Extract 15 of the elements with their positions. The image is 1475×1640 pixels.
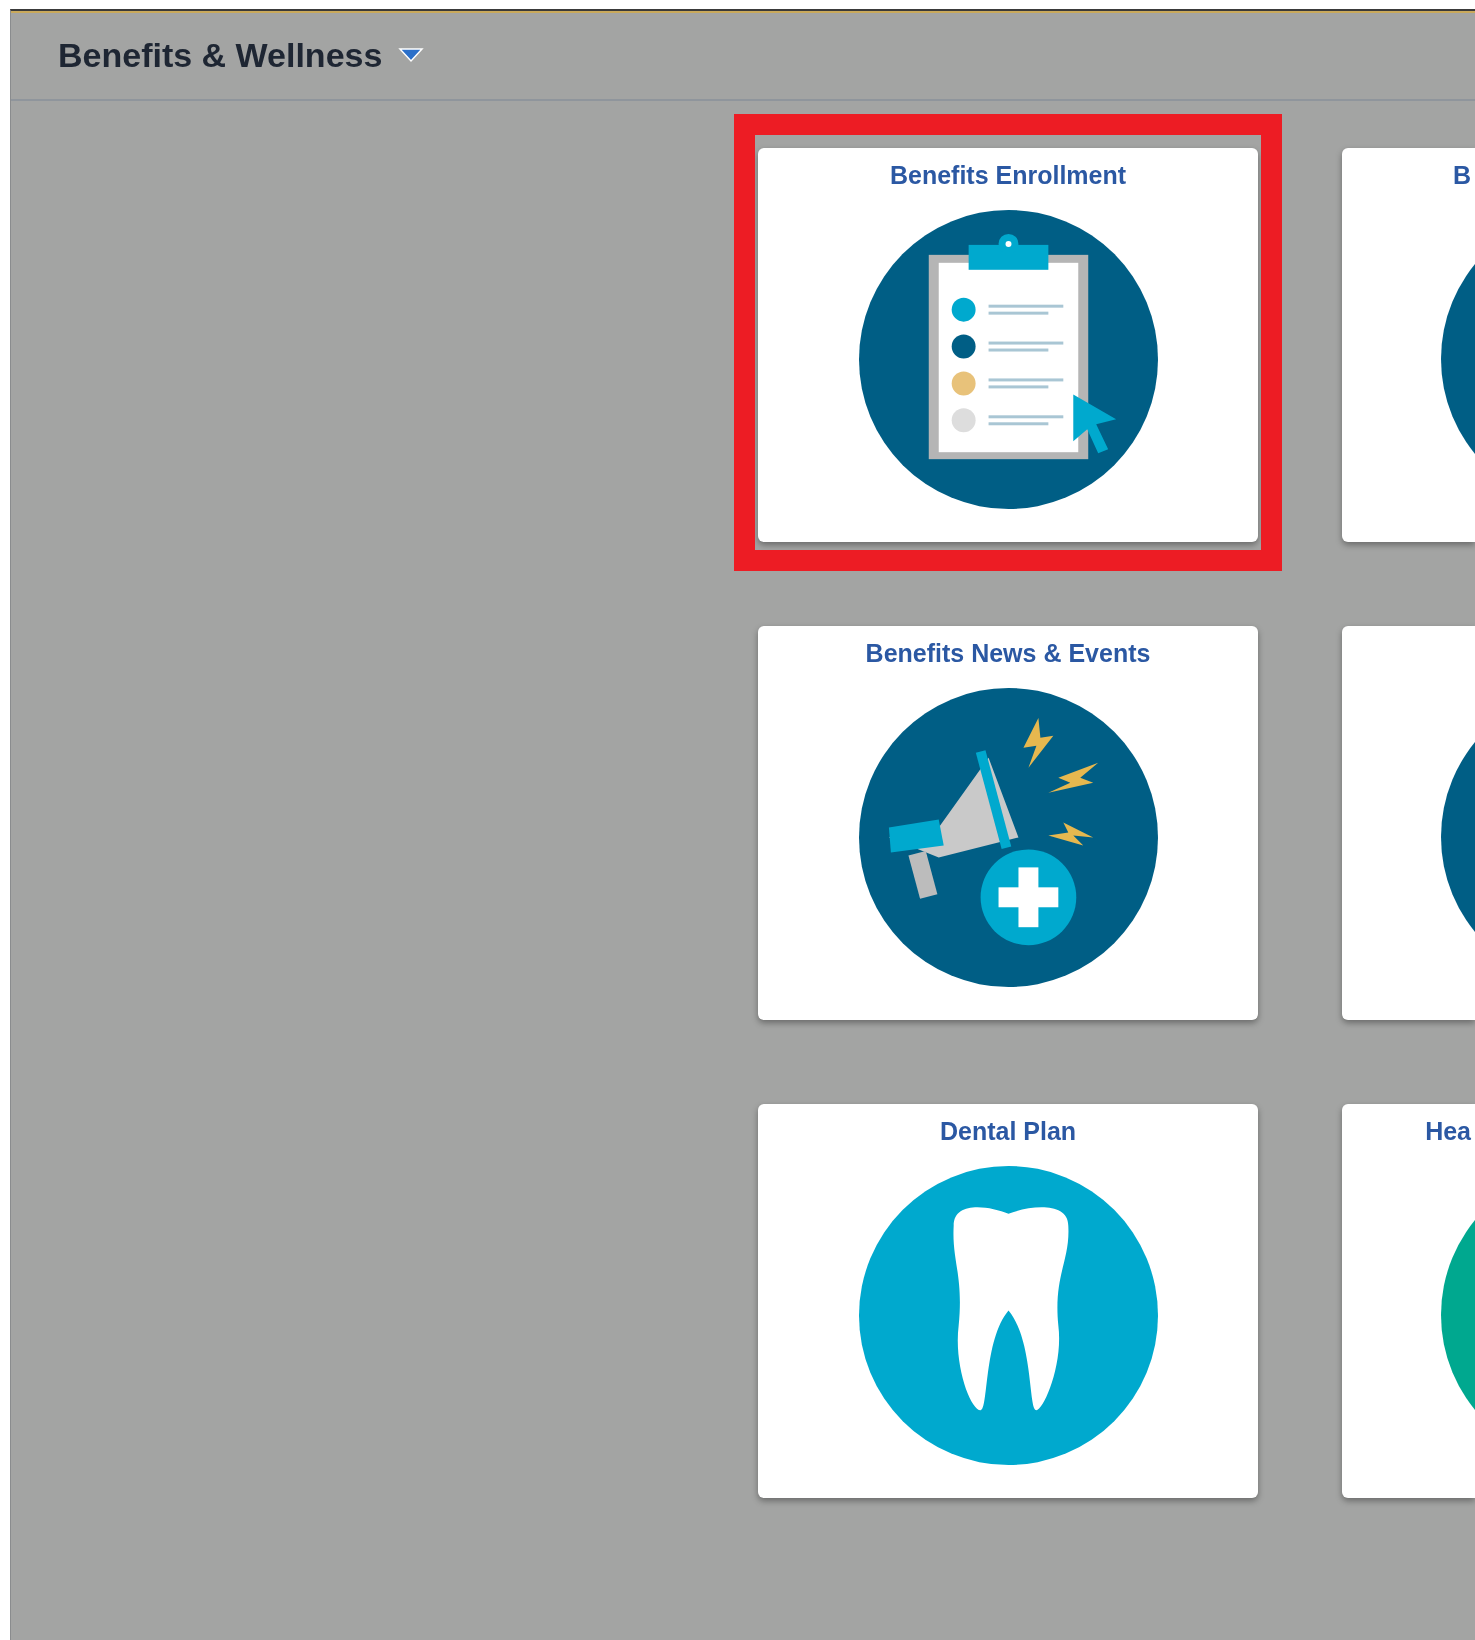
tile[interactable]: Dental Plan <box>758 1104 1258 1498</box>
page-title: Benefits & Wellness <box>58 35 383 75</box>
tile-title: Hea <box>1425 1116 1471 1146</box>
tile[interactable]: Benefits Enrollment <box>758 148 1258 542</box>
tooth-icon <box>858 1166 1158 1465</box>
tile-title: Benefits Enrollment <box>889 160 1127 190</box>
tile[interactable]: B <box>1342 148 1475 542</box>
megaphone-icon <box>858 688 1158 987</box>
tile[interactable]: Hea <box>1342 1104 1475 1498</box>
tile-title: Benefits News & Events <box>865 638 1151 668</box>
tile[interactable]: Benefits News & Events <box>758 626 1258 1020</box>
tile-title: B <box>1452 160 1471 190</box>
clipboard-icon <box>858 210 1158 509</box>
tile-title: Dental Plan <box>939 1116 1077 1146</box>
caret-icon[interactable] <box>398 46 425 64</box>
